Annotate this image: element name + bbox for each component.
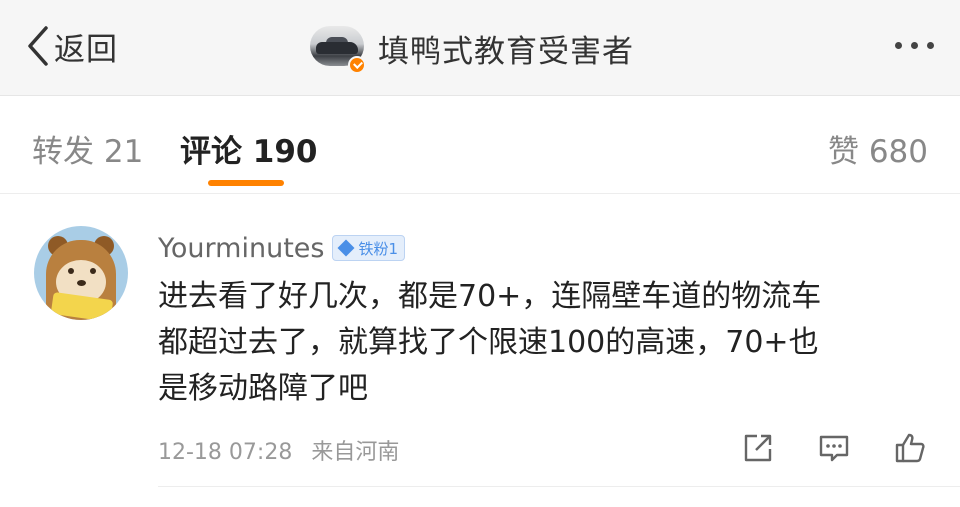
tab-repost[interactable]: 转发 21 xyxy=(32,126,143,171)
like-icon xyxy=(895,433,925,463)
fan-badge[interactable]: 铁粉1 xyxy=(332,235,406,261)
comment-text-line: 是移动路障了吧 xyxy=(158,371,368,406)
more-dots-icon[interactable] xyxy=(895,42,934,49)
fan-badge-label: 铁粉1 xyxy=(358,239,399,258)
verified-badge-icon xyxy=(348,56,366,74)
back-label: 返回 xyxy=(54,31,118,68)
like-button[interactable] xyxy=(892,430,928,466)
reply-button[interactable] xyxy=(816,430,852,466)
comment-timestamp: 12-18 07:28 xyxy=(158,440,293,465)
comment-text: 进去看了好几次，都是70+，连隔壁车道的物流车 都超过去了，就算找了个限速100… xyxy=(158,274,918,412)
comment-meta: 12-18 07:28 来自河南 xyxy=(158,434,399,466)
chevron-left-icon xyxy=(28,26,48,66)
username[interactable]: Yourminutes xyxy=(158,233,324,264)
tab-comment[interactable]: 评论 190 xyxy=(180,126,318,171)
active-tab-indicator xyxy=(208,180,284,186)
author-avatar[interactable] xyxy=(310,26,366,74)
comment-header: Yourminutes 铁粉1 xyxy=(158,228,406,268)
divider xyxy=(158,486,960,487)
comment-actions xyxy=(740,430,928,466)
tab-bar: 转发 21 评论 190 赞 680 xyxy=(0,96,960,194)
diamond-icon xyxy=(337,239,355,257)
tab-like[interactable]: 赞 680 xyxy=(828,126,928,171)
top-navbar: 返回 填鸭式教育受害者 xyxy=(0,0,960,96)
comment-text-line: 进去看了好几次，都是70+，连隔壁车道的物流车 xyxy=(158,279,822,314)
page-title: 填鸭式教育受害者 xyxy=(378,33,634,70)
nav-profile[interactable]: 填鸭式教育受害者 xyxy=(310,22,634,74)
comment-text-line: 都超过去了，就算找了个限速100的高速，70+也 xyxy=(158,325,819,360)
comment-item: Yourminutes 铁粉1 进去看了好几次，都是70+，连隔壁车道的物流车 … xyxy=(0,194,960,507)
comment-source: 来自河南 xyxy=(311,440,400,465)
share-button[interactable] xyxy=(740,430,776,466)
comment-icon xyxy=(819,435,849,462)
back-button[interactable]: 返回 xyxy=(24,22,118,70)
user-avatar[interactable] xyxy=(34,226,128,320)
share-icon xyxy=(744,434,772,462)
